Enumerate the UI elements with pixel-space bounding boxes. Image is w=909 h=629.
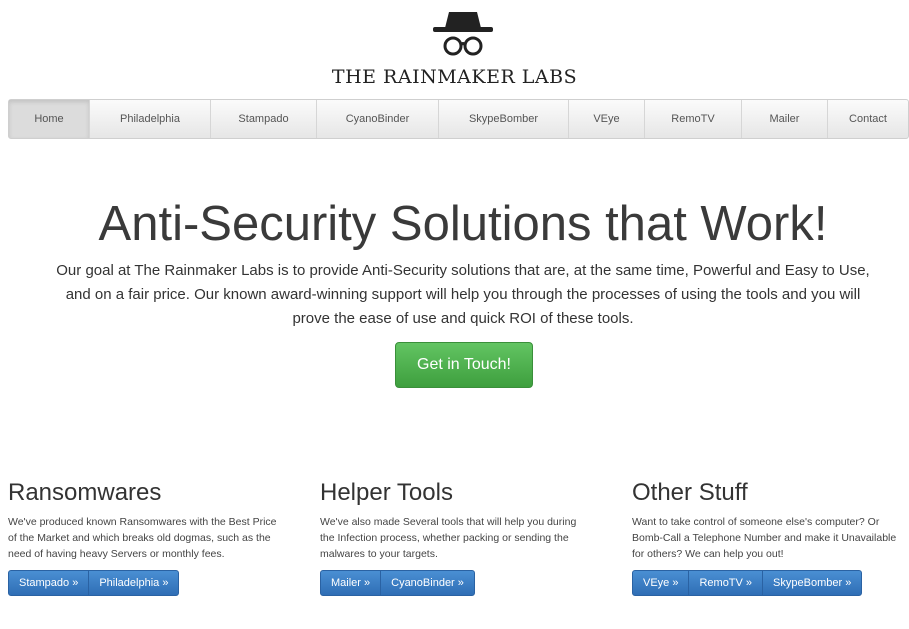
other-stuff-section: Other Stuff Want to take control of some… — [632, 478, 909, 562]
section-title: Ransomwares — [8, 479, 162, 506]
logo-text: THE RAINMAKER LABS — [331, 66, 578, 88]
stampado-button[interactable]: Stampado » — [8, 570, 90, 596]
nav-item-mailer[interactable]: Mailer — [742, 100, 828, 138]
section-text-line: need of having heavy Servers or monthly … — [8, 548, 225, 560]
mailer-button[interactable]: Mailer » — [320, 570, 382, 596]
section-text-line: We've also made Several tools that will … — [320, 516, 577, 528]
cyanobinder-button[interactable]: CyanoBinder » — [380, 570, 475, 596]
nav-item-veye[interactable]: VEye — [569, 100, 645, 138]
remotv-button[interactable]: RemoTV » — [688, 570, 764, 596]
veye-button[interactable]: VEye » — [632, 570, 690, 596]
section-text-line: of the Market and which breaks old dogma… — [8, 532, 271, 544]
helper-tools-buttons: Mailer » CyanoBinder » — [320, 570, 475, 596]
skypebomber-button[interactable]: SkypeBomber » — [762, 570, 863, 596]
section-text-line: malwares to your targets. — [320, 548, 438, 560]
main-nav: Home Philadelphia Stampado CyanoBinder S… — [8, 99, 909, 139]
nav-item-stampado[interactable]: Stampado — [211, 100, 317, 138]
nav-item-remotv[interactable]: RemoTV — [645, 100, 742, 138]
nav-item-philadelphia[interactable]: Philadelphia — [90, 100, 211, 138]
site-logo[interactable]: THE RAINMAKER LABS — [0, 0, 909, 96]
section-text-line: We've produced known Ransomwares with th… — [8, 516, 277, 528]
nav-item-skypebomber[interactable]: SkypeBomber — [439, 100, 569, 138]
nav-item-cyanobinder[interactable]: CyanoBinder — [317, 100, 439, 138]
spy-hat-glasses-icon — [433, 12, 493, 56]
section-text-line: the Infection process, whether packing o… — [320, 532, 569, 544]
philadelphia-button[interactable]: Philadelphia » — [88, 570, 180, 596]
get-in-touch-button[interactable]: Get in Touch! — [395, 342, 533, 388]
section-title: Other Stuff — [632, 479, 748, 506]
other-stuff-buttons: VEye » RemoTV » SkypeBomber » — [632, 570, 863, 596]
hero-title: Anti-Security Solutions that Work! — [98, 197, 828, 251]
section-title: Helper Tools — [320, 479, 453, 506]
nav-item-home[interactable]: Home — [9, 100, 90, 138]
ransomwares-buttons: Stampado » Philadelphia » — [8, 570, 180, 596]
helper-tools-section: Helper Tools We've also made Several too… — [320, 478, 620, 562]
section-text-line: Want to take control of someone else's c… — [632, 516, 880, 528]
hero-description: Our goal at The Rainmaker Labs is to pro… — [56, 262, 870, 327]
ransomwares-section: Ransomwares We've produced known Ransomw… — [8, 478, 308, 562]
section-text-line: for others? We can help you out! — [632, 548, 784, 560]
nav-item-contact[interactable]: Contact — [828, 100, 908, 138]
section-text-line: Bomb-Call a Telephone Number and make it… — [632, 532, 897, 544]
